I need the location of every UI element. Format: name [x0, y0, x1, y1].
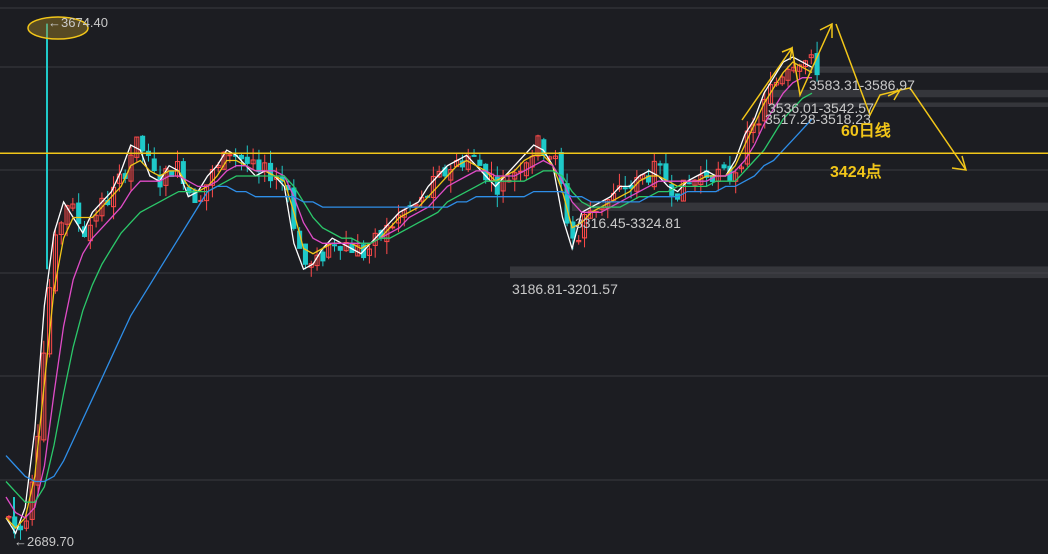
candle-body [721, 164, 727, 169]
candle-body [227, 154, 233, 157]
candle-body [477, 159, 483, 166]
candles [6, 23, 820, 540]
gap-zone-box [510, 266, 1048, 279]
candle-body [256, 159, 262, 173]
candle-body [320, 251, 326, 262]
candle-body [622, 187, 628, 190]
gap-zone-label: 3583.31-3586.97 [809, 77, 915, 93]
candle-body [268, 162, 274, 182]
candle-body [471, 154, 477, 157]
candle-body [657, 163, 663, 166]
ma-line-yellow [5, 61, 813, 530]
candle-body [331, 244, 338, 247]
candle-body [756, 123, 762, 126]
chart-panel: ←3674.40 ←2689.70 3583.31-3586.97 3536.01-3… [0, 0, 1048, 554]
gap-zone-label: 3316.45-3324.81 [575, 215, 681, 231]
candle-body [140, 135, 146, 152]
candle-body [18, 525, 24, 531]
moving-averages [5, 56, 813, 535]
candle-body [337, 246, 343, 251]
candle-body [151, 158, 157, 172]
candle-body [302, 243, 308, 265]
low-price-label: ←2689.70 [14, 534, 74, 549]
gap-zone-label: 3186.81-3201.57 [512, 281, 618, 297]
candle-body [244, 156, 250, 164]
candle-body [76, 202, 82, 224]
candlestick-chart: ←3674.40←2689.703583.31-3586.973536.01-3… [0, 7, 1048, 549]
gap-zone-box [572, 202, 1048, 211]
ma-line-pink [5, 77, 812, 519]
gap-zone-box [808, 66, 1048, 73]
level-3424-annotation: 3424点 [830, 162, 882, 181]
high-price-label: ←3674.40 [48, 15, 108, 30]
ma-line-white [5, 56, 813, 535]
ma60-annotation: 60日线 [841, 121, 891, 140]
candle-body [238, 154, 245, 160]
gap-zones [510, 66, 1048, 279]
candle-body [686, 182, 692, 185]
